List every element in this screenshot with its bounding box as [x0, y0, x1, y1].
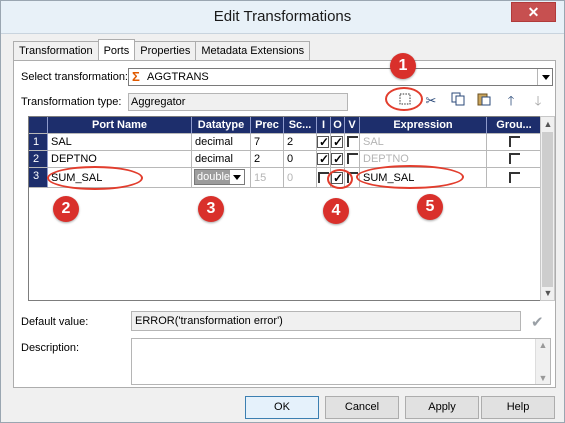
help-button[interactable]: Help	[481, 396, 555, 419]
port-name-cell[interactable]: SAL	[48, 134, 192, 151]
select-transformation-dropdown[interactable]: Σ AGGTRANS	[128, 68, 553, 86]
header-prec[interactable]: Prec	[251, 117, 284, 134]
prec-cell[interactable]: 15	[251, 168, 284, 188]
variable-checkbox[interactable]	[347, 153, 358, 164]
group-by-checkbox[interactable]	[509, 172, 520, 183]
input-cell	[317, 151, 331, 168]
variable-cell	[345, 134, 360, 151]
variable-checkbox[interactable]	[347, 136, 358, 147]
tab-ports[interactable]: Ports	[97, 39, 136, 60]
description-scrollbar[interactable]: ▲ ▼	[535, 339, 550, 384]
header-group-by[interactable]: Grou...	[487, 117, 540, 134]
tab-metadata-extensions[interactable]: Metadata Extensions	[195, 41, 311, 60]
title-bar: Edit Transformations ✕	[1, 1, 564, 34]
grid-scrollbar[interactable]: ▲ ▼	[540, 116, 555, 301]
close-icon: ✕	[527, 3, 540, 20]
annotation-marker-5: 5	[417, 194, 443, 220]
row-number[interactable]: 2	[29, 151, 48, 168]
selected-transformation: AGGTRANS	[147, 71, 209, 83]
highlight-new-port	[385, 87, 423, 111]
edit-transformations-dialog: Edit Transformations ✕ Transformation Po…	[0, 0, 565, 423]
header-variable[interactable]: V	[345, 117, 360, 134]
port-name-cell[interactable]: DEPTNO	[48, 151, 192, 168]
scroll-down-icon[interactable]: ▼	[543, 288, 553, 298]
input-checkbox[interactable]	[317, 151, 329, 167]
group-by-checkbox[interactable]	[509, 153, 520, 164]
scroll-up-icon[interactable]: ▲	[543, 119, 553, 129]
prec-cell[interactable]: 7	[251, 134, 284, 151]
scroll-up-icon[interactable]: ▲	[538, 340, 548, 350]
scroll-thumb[interactable]	[542, 132, 553, 287]
select-transformation-label: Select transformation:	[21, 71, 128, 83]
prec-cell[interactable]: 2	[251, 151, 284, 168]
header-expression[interactable]: Expression	[360, 117, 487, 134]
tab-properties[interactable]: Properties	[134, 41, 197, 60]
cancel-button[interactable]: Cancel	[325, 396, 399, 419]
tab-strip: Transformation Ports Properties Metadata…	[13, 39, 311, 60]
ok-button[interactable]: OK	[245, 396, 319, 419]
output-cell	[331, 151, 345, 168]
datatype-dropdown[interactable]: double	[194, 169, 245, 185]
output-checkbox[interactable]	[331, 134, 343, 150]
sigma-icon: Σ	[132, 69, 140, 84]
output-checkbox[interactable]	[331, 151, 343, 167]
scale-cell[interactable]: 2	[284, 134, 317, 151]
description-textarea[interactable]: ▲ ▼	[131, 338, 551, 385]
move-up-icon[interactable]: 🡑	[502, 92, 520, 110]
annotation-marker-1: 1	[390, 53, 416, 79]
description-label: Description:	[21, 342, 80, 354]
annotation-marker-2: 2	[53, 196, 79, 222]
scale-cell[interactable]: 0	[284, 168, 317, 188]
header-output[interactable]: O	[331, 117, 345, 134]
annotation-marker-3: 3	[198, 196, 224, 222]
tab-transformation[interactable]: Transformation	[13, 41, 99, 60]
paste-icon[interactable]	[475, 92, 493, 110]
window-title: Edit Transformations	[213, 8, 352, 25]
header-port-name[interactable]: Port Name	[48, 117, 192, 134]
datatype-cell: double	[192, 168, 251, 188]
annotation-marker-4: 4	[323, 198, 349, 224]
datatype-value: double	[195, 170, 231, 184]
validate-check-icon[interactable]: ✔	[531, 313, 544, 331]
chevron-down-icon[interactable]	[537, 69, 552, 85]
input-cell	[317, 134, 331, 151]
close-button[interactable]: ✕	[511, 2, 556, 22]
table-row[interactable]: 1 SAL decimal 7 2 SAL	[29, 134, 540, 151]
grid-header: Port Name Datatype Prec Sc... I O V Expr…	[29, 117, 540, 134]
header-datatype[interactable]: Datatype	[192, 117, 251, 134]
apply-button[interactable]: Apply	[405, 396, 479, 419]
row-number[interactable]: 1	[29, 134, 48, 151]
group-by-cell	[487, 151, 540, 168]
group-by-cell	[487, 134, 540, 151]
highlight-expression	[356, 165, 464, 189]
scale-cell[interactable]: 0	[284, 151, 317, 168]
variable-cell	[345, 151, 360, 168]
header-input[interactable]: I	[317, 117, 331, 134]
datatype-cell[interactable]: decimal	[192, 134, 251, 151]
transformation-type-label: Transformation type:	[21, 96, 122, 108]
input-checkbox[interactable]	[317, 134, 329, 150]
output-cell	[331, 134, 345, 151]
scroll-down-icon[interactable]: ▼	[538, 373, 548, 383]
header-scale[interactable]: Sc...	[284, 117, 317, 134]
datatype-cell[interactable]: decimal	[192, 151, 251, 168]
highlight-output-checkbox	[327, 169, 353, 189]
ports-grid: Port Name Datatype Prec Sc... I O V Expr…	[28, 116, 541, 301]
move-down-icon[interactable]: 🡓	[529, 92, 547, 110]
header-corner	[29, 117, 48, 134]
transformation-type-field: Aggregator	[128, 93, 348, 111]
chevron-down-icon[interactable]	[230, 170, 244, 184]
group-by-checkbox[interactable]	[509, 136, 520, 147]
row-number[interactable]: 3	[29, 168, 48, 188]
group-by-cell	[487, 168, 540, 188]
default-value-label: Default value:	[21, 316, 89, 328]
copy-icon[interactable]	[449, 92, 467, 110]
expression-cell[interactable]: SAL	[360, 134, 487, 151]
default-value-field[interactable]: ERROR('transformation error')	[131, 311, 521, 331]
cut-icon[interactable]: ✂	[422, 92, 440, 110]
highlight-port-name	[47, 166, 143, 190]
